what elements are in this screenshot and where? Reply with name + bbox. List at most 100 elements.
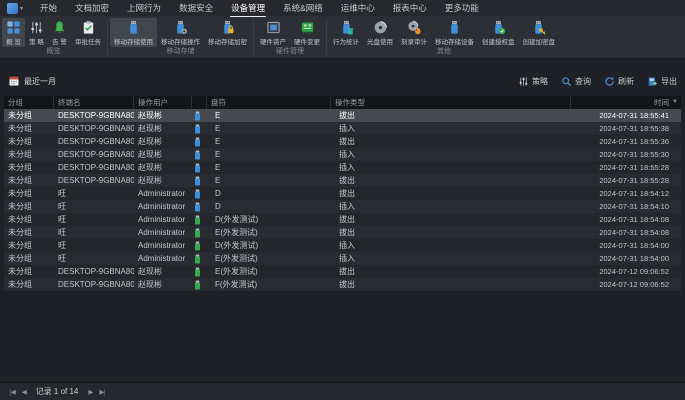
mobile-storage-device-button[interactable]: 移动存储设备 — [431, 18, 478, 47]
table-row[interactable]: 未分组DESKTOP-9GBNA80赵现彬E插入2024-07-31 18:55… — [4, 161, 681, 174]
table-row[interactable]: 未分组DESKTOP-9GBNA80赵现彬E插入2024-07-31 18:55… — [4, 148, 681, 161]
row-terminal-cell: DESKTOP-9GBNA80 — [54, 137, 134, 146]
menu-tab-more-functions[interactable]: 更多功能 — [436, 0, 488, 17]
row-terminal-cell: DESKTOP-9GBNA80 — [54, 150, 134, 159]
menu-tab-doc-encryption[interactable]: 文档加密 — [66, 0, 118, 17]
row-drive-cell: F(外发测试) — [211, 279, 335, 290]
create-auth-disk-button-label: 创建授权盘 — [482, 36, 515, 46]
table-row[interactable]: 未分组旺AdministratorE(外发测试)拔出2024-07-31 18:… — [4, 226, 681, 239]
alert-button[interactable]: 告 警 — [48, 18, 71, 47]
row-terminal-cell: DESKTOP-9GBNA80 — [54, 280, 134, 289]
policy-action-button[interactable]: 策略 — [518, 76, 548, 87]
menu-tab-internet-behavior[interactable]: 上网行为 — [118, 0, 170, 17]
table-row[interactable]: 未分组旺AdministratorE(外发测试)插入2024-07-31 18:… — [4, 252, 681, 265]
row-operation-type-cell: 拔出 — [335, 175, 575, 186]
table-row[interactable]: 未分组旺AdministratorD(外发测试)拔出2024-07-31 18:… — [4, 213, 681, 226]
table-row[interactable]: 未分组旺AdministratorD拔出2024-07-31 18:54:12 — [4, 187, 681, 200]
row-operation-type-cell: 插入 — [335, 149, 575, 160]
row-time-cell: 2024-07-31 18:54:00 — [575, 241, 681, 250]
row-user-cell: Administrator — [134, 254, 192, 263]
disc-usage-button[interactable]: 光盘使用 — [363, 18, 397, 47]
export-action-button-label: 导出 — [661, 76, 677, 87]
table-row[interactable]: 未分组DESKTOP-9GBNA80赵现彬F(外发测试)拔出2024-07-12… — [4, 278, 681, 291]
row-user-cell: 赵现彬 — [134, 123, 192, 134]
menu-tab-start[interactable]: 开始 — [31, 0, 66, 17]
row-terminal-cell: 旺 — [54, 214, 134, 225]
row-time-cell: 2024-07-31 18:55:30 — [575, 150, 681, 159]
policy-button[interactable]: 策 略 — [25, 18, 48, 47]
row-user-cell: Administrator — [134, 241, 192, 250]
column-header-user[interactable]: 操作用户 — [134, 96, 192, 109]
row-time-cell: 2024-07-31 18:54:08 — [575, 228, 681, 237]
row-terminal-cell: 旺 — [54, 201, 134, 212]
approval-tasks-button-label: 审批任务 — [75, 36, 101, 46]
date-range-filter[interactable]: 最近一月 — [8, 75, 56, 87]
behavior-stats-button[interactable]: 行为统计 — [329, 18, 363, 47]
table-row[interactable]: 未分组DESKTOP-9GBNA80赵现彬E拔出2024-07-31 18:55… — [4, 135, 681, 148]
row-drive-cell: E — [211, 163, 335, 172]
row-group-cell: 未分组 — [4, 214, 54, 225]
row-user-cell: Administrator — [134, 215, 192, 224]
row-drive-cell: E — [211, 111, 335, 120]
overview-button[interactable]: 概 览 — [2, 18, 25, 47]
record-count-label: 记录 1 of 14 — [36, 386, 79, 397]
row-operation-type-cell: 拔出 — [335, 279, 575, 290]
row-time-cell: 2024-07-31 18:55:28 — [575, 163, 681, 172]
nav-next-button[interactable]: ▶ — [88, 388, 92, 396]
menu-tab-ops-center[interactable]: 运维中心 — [332, 0, 384, 17]
row-group-cell: 未分组 — [4, 240, 54, 251]
ribbon-group-label: 硬件管理 — [256, 47, 324, 58]
filter-toolbar: 最近一月 策略 查询 刷新 导出 — [0, 71, 685, 91]
menu-tab-report-center[interactable]: 报表中心 — [384, 0, 436, 17]
column-header-icon[interactable] — [192, 96, 207, 109]
ribbon-group-divider — [107, 19, 108, 55]
refresh-action-button[interactable]: 刷新 — [604, 76, 634, 87]
table-row[interactable]: 未分组DESKTOP-9GBNA80赵现彬E拔出2024-07-31 18:55… — [4, 109, 681, 122]
mobile-storage-encrypt-button-label: 移动存储加密 — [208, 36, 247, 46]
nav-prev-button[interactable]: ◀ — [22, 388, 26, 396]
export-icon — [647, 76, 658, 87]
table-row[interactable]: 未分组DESKTOP-9GBNA80赵现彬E插入2024-07-31 18:55… — [4, 122, 681, 135]
create-encrypted-disk-button[interactable]: 创建加密盘 — [519, 18, 560, 47]
row-group-cell: 未分组 — [4, 266, 54, 277]
ribbon-group-label: 其他 — [329, 47, 559, 58]
menu-tab-data-security[interactable]: 数据安全 — [170, 0, 222, 17]
row-group-cell: 未分组 — [4, 110, 54, 121]
table-row[interactable]: 未分组旺AdministratorD(外发测试)插入2024-07-31 18:… — [4, 239, 681, 252]
row-time-cell: 2024-07-31 18:54:08 — [575, 215, 681, 224]
approval-tasks-button[interactable]: 审批任务 — [71, 18, 105, 47]
table-row[interactable]: 未分组旺AdministratorD插入2024-07-31 18:54:10 — [4, 200, 681, 213]
burn-audit-button[interactable]: 刻录审计 — [397, 18, 431, 47]
mobile-storage-operation-button[interactable]: 移动存储操作 — [157, 18, 204, 47]
nav-first-button[interactable]: |◀ — [10, 388, 15, 396]
row-terminal-cell: 旺 — [54, 240, 134, 251]
table-row[interactable]: 未分组DESKTOP-9GBNA80赵现彬E拔出2024-07-31 18:55… — [4, 174, 681, 187]
column-header-group[interactable]: 分组 — [4, 96, 54, 109]
menu-tab-device-management[interactable]: 设备管理 — [222, 0, 274, 17]
app-logo-icon[interactable] — [7, 3, 18, 14]
column-header-time[interactable]: 时间▼ — [571, 96, 681, 109]
hardware-assets-button[interactable]: 硬件资产 — [256, 18, 290, 47]
hardware-changes-button[interactable]: 硬件变更 — [290, 18, 324, 47]
app-menu-caret-icon[interactable]: ▾ — [20, 5, 23, 12]
create-auth-disk-button[interactable]: 创建授权盘 — [478, 18, 519, 47]
row-operation-type-cell: 拔出 — [335, 188, 575, 199]
column-header-terminal[interactable]: 终端名 — [54, 96, 134, 109]
menu-tab-system-network[interactable]: 系统&网络 — [274, 0, 332, 17]
column-header-operation-type[interactable]: 操作类型 — [331, 96, 571, 109]
column-header-drive[interactable]: 盘符 — [207, 96, 331, 109]
row-group-cell: 未分组 — [4, 175, 54, 186]
ribbon-group-label: 概览 — [2, 47, 105, 58]
export-action-button[interactable]: 导出 — [647, 76, 677, 87]
table-row[interactable]: 未分组DESKTOP-9GBNA80赵现彬E(外发测试)拔出2024-07-12… — [4, 265, 681, 278]
column-header-time-label: 时间 — [654, 97, 669, 108]
row-user-cell: Administrator — [134, 189, 192, 198]
row-drive-cell: E — [211, 124, 335, 133]
usb-lock-icon — [220, 20, 235, 35]
usb-drive-blue-icon — [192, 124, 211, 134]
nav-last-button[interactable]: ▶| — [99, 388, 104, 396]
mobile-storage-usage-button[interactable]: 移动存储使用 — [110, 18, 157, 47]
row-terminal-cell: 旺 — [54, 253, 134, 264]
search-action-button[interactable]: 查询 — [561, 76, 591, 87]
mobile-storage-encrypt-button[interactable]: 移动存储加密 — [204, 18, 251, 47]
